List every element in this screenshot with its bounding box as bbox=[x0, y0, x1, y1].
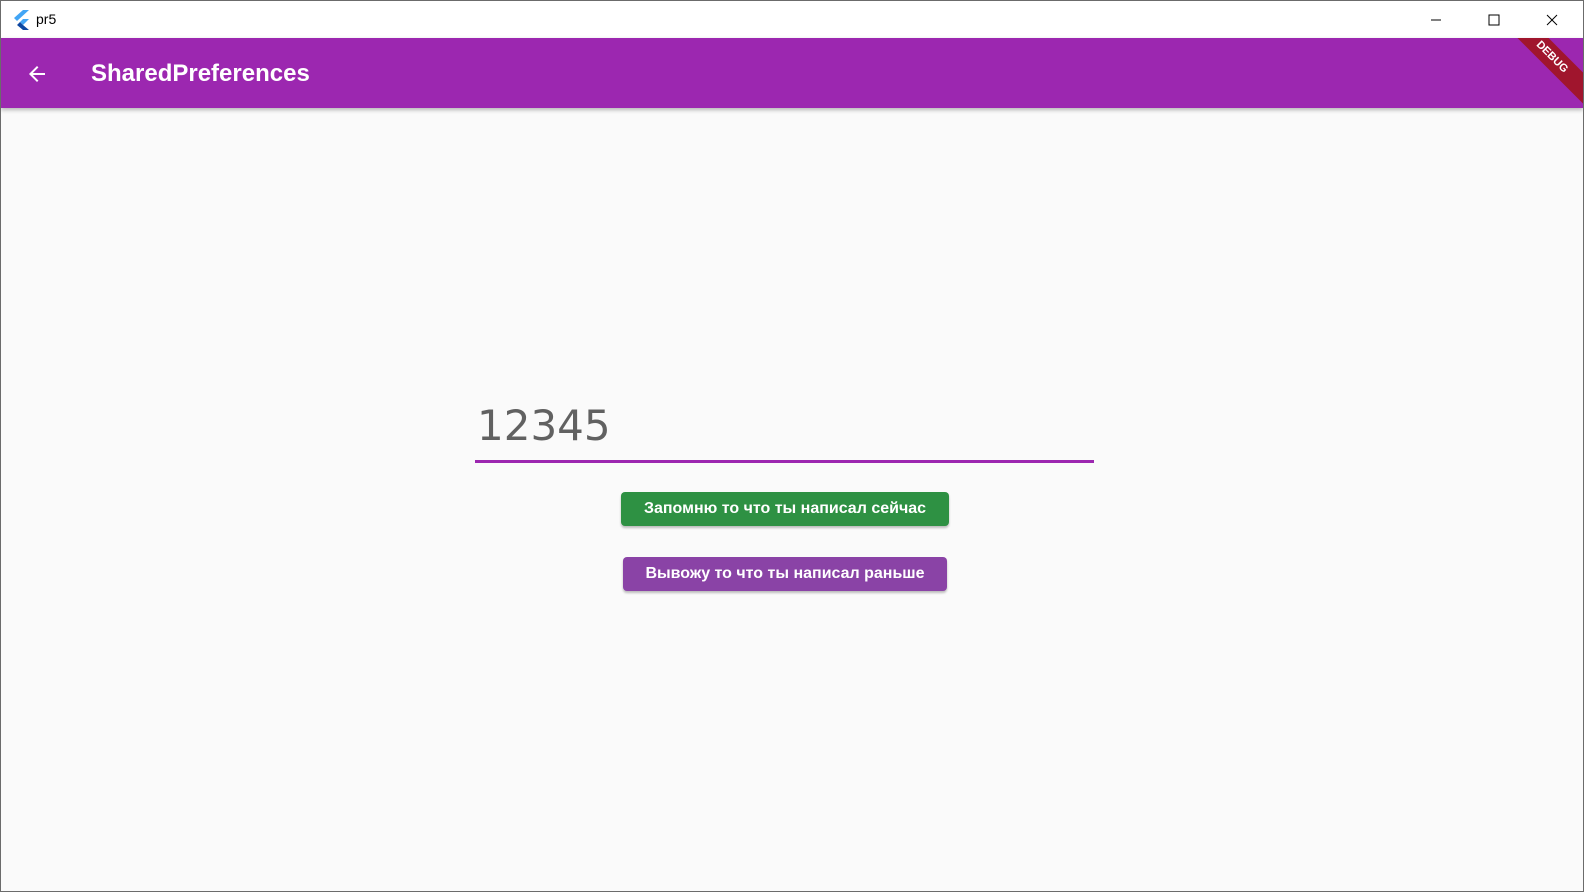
save-button[interactable]: Запомню то что ты написал сейчас bbox=[621, 492, 949, 526]
window-title: pr5 bbox=[36, 11, 57, 27]
load-button[interactable]: Вывожу то что ты написал раньше bbox=[623, 557, 947, 591]
app-window: pr5 SharedPreferences DEBUG 12345 Запомн… bbox=[0, 0, 1584, 892]
text-field[interactable] bbox=[475, 393, 1096, 463]
window-titlebar[interactable]: pr5 bbox=[1, 1, 1583, 38]
minimize-button[interactable] bbox=[1407, 1, 1465, 38]
back-button[interactable] bbox=[17, 54, 57, 94]
app-bar: SharedPreferences DEBUG bbox=[1, 38, 1583, 108]
arrow-back-icon bbox=[29, 66, 45, 82]
page-title: SharedPreferences bbox=[91, 60, 310, 87]
close-button[interactable] bbox=[1523, 1, 1581, 38]
maximize-button[interactable] bbox=[1465, 1, 1523, 38]
debug-banner: DEBUG bbox=[1498, 38, 1583, 108]
close-icon bbox=[1546, 14, 1558, 25]
minimize-icon bbox=[1431, 19, 1441, 20]
flutter-logo-icon bbox=[14, 10, 29, 30]
maximize-icon bbox=[1488, 14, 1500, 25]
text-input[interactable] bbox=[475, 393, 1096, 457]
main-content: Запомню то что ты написал сейчас Вывожу … bbox=[1, 108, 1583, 891]
